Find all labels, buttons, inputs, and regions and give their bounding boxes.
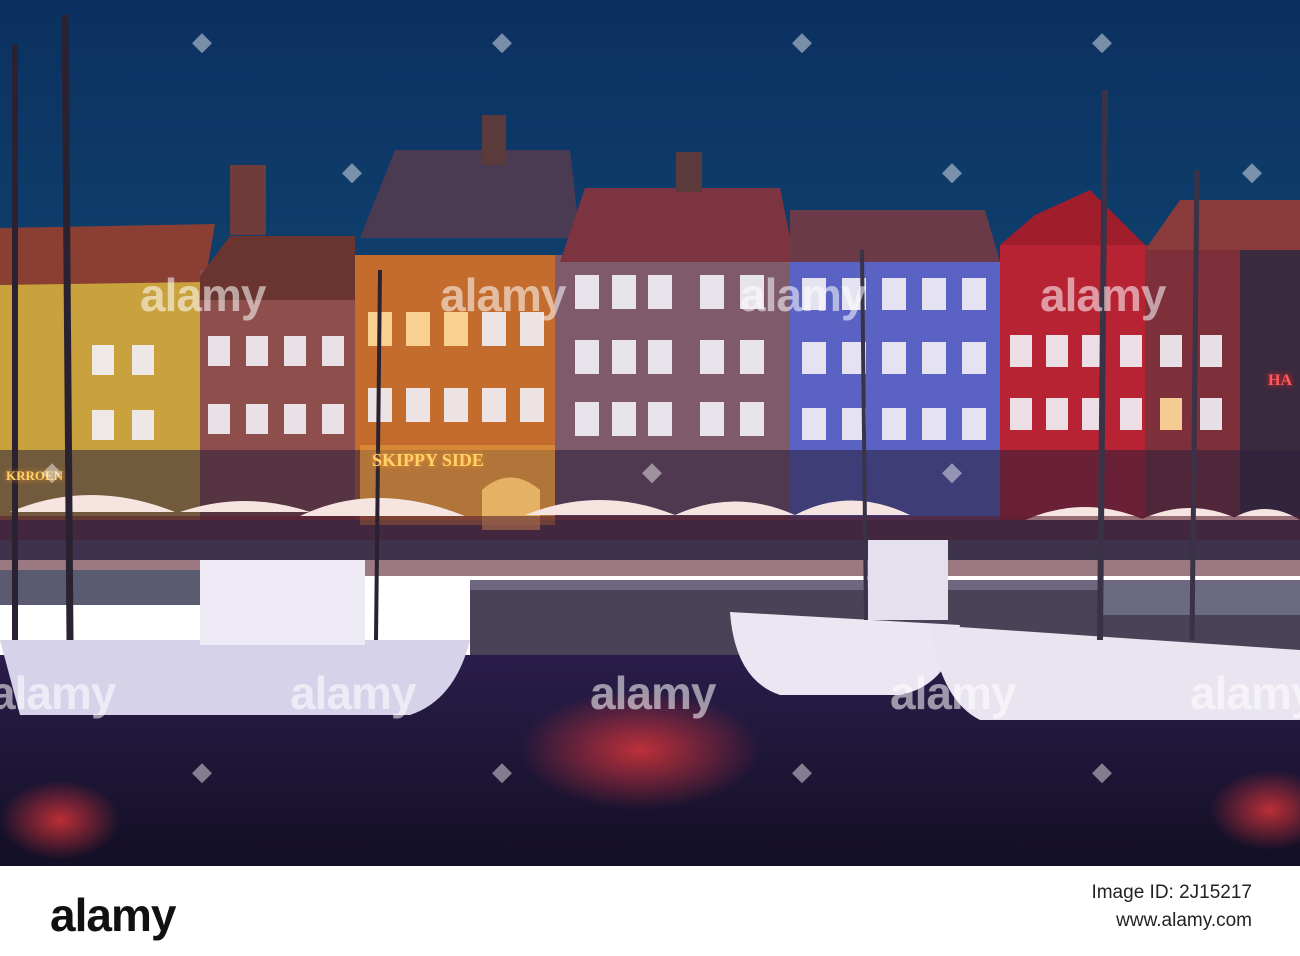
- watermark-text: alamy: [290, 667, 416, 719]
- watermark-text: alamy: [440, 269, 566, 321]
- watermark-dot: ◆: [942, 156, 962, 186]
- watermark-dot: ◆: [1242, 156, 1262, 186]
- watermark-dot: ◆: [792, 756, 812, 786]
- footer-meta: Image ID: 2J15217 www.alamy.com: [1091, 880, 1252, 936]
- watermark-dot: ◆: [492, 756, 512, 786]
- watermark-text: alamy: [1040, 269, 1166, 321]
- watermark-text: alamy: [0, 667, 116, 719]
- footer-brand-logo: alamy: [50, 889, 176, 941]
- watermark-dot: ◆: [1092, 756, 1112, 786]
- watermark-text: alamy: [740, 269, 866, 321]
- watermark-dot: ◆: [192, 26, 212, 56]
- watermark-dot: ◆: [192, 756, 212, 786]
- watermark-dot: ◆: [792, 26, 812, 56]
- site-url: www.alamy.com: [1116, 910, 1252, 931]
- watermark-dot: ◆: [42, 456, 62, 486]
- watermark-text: alamy: [590, 667, 716, 719]
- watermark-dot: ◆: [942, 456, 962, 486]
- sign-center-bar: SKIPPY SIDE: [372, 450, 484, 470]
- watermark-dot: ◆: [492, 26, 512, 56]
- watermark-text: alamy: [1190, 667, 1300, 719]
- watermark-text: alamy: [140, 269, 266, 321]
- sign-right-neon: HA: [1268, 372, 1292, 389]
- watermark-dot: ◆: [1092, 26, 1112, 56]
- harbor-photo: KRROEN SKIPPY SIDE HA ◆ ◆ ◆ ◆ ◆ ◆ ◆ ◆ ◆ …: [0, 0, 1300, 866]
- image-id-label: Image ID: 2J15217: [1091, 882, 1252, 903]
- watermark-text: alamy: [890, 667, 1016, 719]
- harbor-scene: [0, 0, 1300, 866]
- watermark-dot: ◆: [342, 156, 362, 186]
- watermark-dot: ◆: [642, 456, 662, 486]
